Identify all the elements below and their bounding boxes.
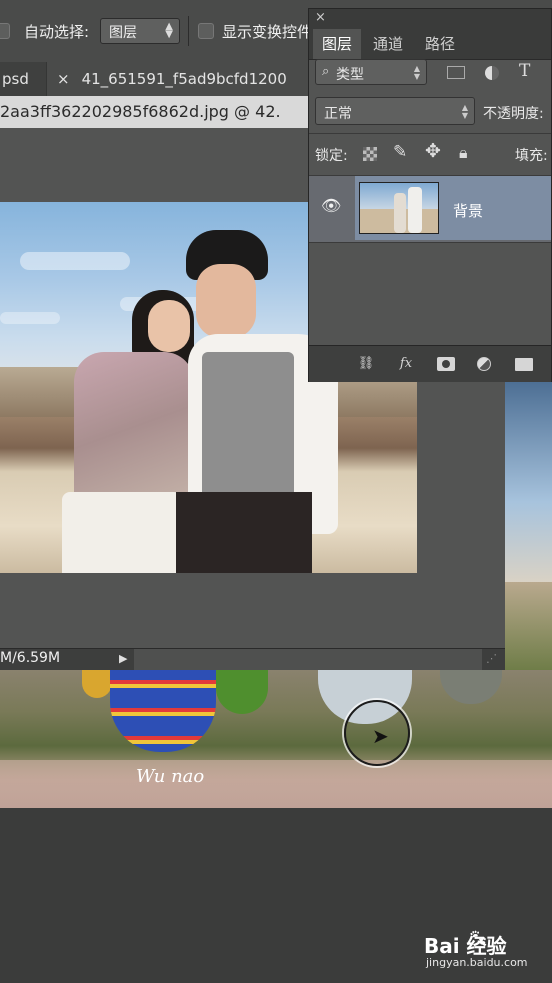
status-bar: M/6.59M ▶ ⋰ bbox=[0, 648, 505, 671]
panel-header: × bbox=[309, 9, 551, 29]
watermark-brand: Bai 经验 bbox=[424, 934, 507, 958]
filter-type-icon[interactable]: T bbox=[519, 61, 530, 81]
adjustment-icon[interactable] bbox=[477, 357, 491, 371]
separator bbox=[188, 16, 189, 46]
folder-icon[interactable] bbox=[515, 358, 533, 371]
horizontal-scrollbar[interactable] bbox=[134, 649, 482, 671]
tab-layers[interactable]: 图层 bbox=[313, 29, 361, 59]
checkbox-previous[interactable] bbox=[0, 23, 10, 39]
lock-transparent-icon[interactable] bbox=[363, 147, 377, 161]
panel-footer: ⛓ fx bbox=[309, 345, 551, 382]
status-menu-arrow-icon[interactable]: ▶ bbox=[119, 652, 127, 665]
fx-icon[interactable]: fx bbox=[397, 356, 415, 372]
blend-mode-value: 正常 bbox=[324, 106, 352, 122]
visibility-eye-icon[interactable]: 👁︎ bbox=[321, 196, 341, 215]
dropdown-arrows-icon: ▲ ▼ bbox=[165, 21, 173, 40]
fill-label: 填充: bbox=[515, 148, 548, 164]
lock-label: 锁定: bbox=[315, 148, 348, 164]
layers-panel: × 图层 通道 路径 ⌕ 类型 ▲ ▼ T 正常 ▲ ▼ 不透明度: 锁定: ✎ ✥… bbox=[308, 8, 552, 382]
auto-select-label: 自动选择: bbox=[24, 23, 90, 41]
tab-label: psd bbox=[2, 70, 29, 88]
mask-icon[interactable] bbox=[437, 357, 455, 371]
lock-move-icon[interactable]: ✥ bbox=[425, 140, 441, 162]
auto-select-dropdown[interactable]: 图层 ▲ ▼ bbox=[100, 18, 180, 44]
baidu-watermark: Bai 经验 🐾︎ jingyan.baidu.com bbox=[422, 924, 548, 972]
dropdown-arrows-icon: ▲ ▼ bbox=[461, 103, 468, 120]
paw-icon: 🐾︎ bbox=[468, 928, 489, 947]
tab-label: 41_651591_f5ad9bcfd1200 bbox=[81, 70, 287, 88]
opacity-label: 不透明度: bbox=[483, 106, 544, 122]
auto-select-value: 图层 bbox=[109, 25, 137, 41]
mouse-pointer-icon: ➤ bbox=[372, 724, 389, 748]
panel-tabs: 图层 通道 路径 bbox=[309, 29, 551, 60]
dropdown-arrows-icon: ▲ ▼ bbox=[413, 64, 420, 81]
layer-filter-dropdown[interactable]: ⌕ 类型 ▲ ▼ bbox=[315, 59, 427, 85]
balloon-image: Wu nao ➤ bbox=[0, 670, 552, 808]
overlay-script-text: Wu nao bbox=[136, 766, 205, 787]
document-size: M/6.59M bbox=[0, 650, 61, 666]
filter-adjustment-icon[interactable] bbox=[485, 66, 499, 80]
tab-active-document[interactable]: × 41_651591_f5ad9bcfd1200 bbox=[47, 62, 310, 96]
link-icon[interactable]: ⛓ bbox=[357, 356, 375, 372]
tab-psd[interactable]: psd bbox=[0, 62, 46, 96]
layer-row[interactable]: 👁︎ 背景 bbox=[309, 175, 551, 243]
lock-all-icon[interactable]: 🔒︎ bbox=[459, 143, 468, 163]
tab-paths[interactable]: 路径 bbox=[415, 29, 465, 59]
divider bbox=[309, 133, 551, 134]
show-transform-checkbox[interactable] bbox=[198, 23, 214, 39]
tab-close-icon[interactable]: × bbox=[57, 70, 70, 88]
background-document-edge-lower bbox=[505, 582, 552, 670]
filter-pixel-icon[interactable] bbox=[447, 66, 465, 79]
show-transform-label: 显示变换控件 bbox=[222, 23, 313, 41]
panel-close-icon[interactable]: × bbox=[315, 10, 326, 25]
background-document-edge bbox=[505, 382, 552, 582]
tab-channels[interactable]: 通道 bbox=[363, 29, 413, 59]
layer-name: 背景 bbox=[453, 202, 484, 220]
document-title: 2aa3ff362202985f6862d.jpg @ 42. bbox=[0, 102, 281, 121]
blend-mode-dropdown[interactable]: 正常 ▲ ▼ bbox=[315, 97, 475, 125]
watermark-url: jingyan.baidu.com bbox=[426, 956, 528, 969]
document-title-bar[interactable]: 2aa3ff362202985f6862d.jpg @ 42. bbox=[0, 96, 310, 128]
lock-brush-icon[interactable]: ✎ bbox=[393, 142, 407, 162]
filter-kind-label: 类型 bbox=[336, 67, 364, 83]
layer-thumbnail bbox=[359, 182, 439, 234]
search-icon: ⌕ bbox=[322, 64, 330, 79]
resize-grip-icon[interactable]: ⋰ bbox=[486, 652, 497, 665]
